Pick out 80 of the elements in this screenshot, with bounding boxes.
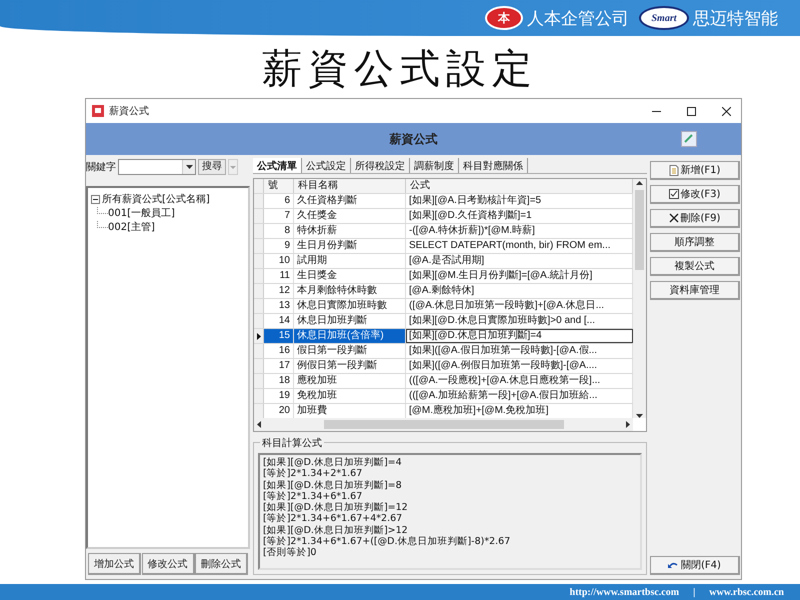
action-button[interactable]: 順序調整 (650, 233, 740, 252)
formula-text-area[interactable]: [如果][@D.休息日加班判斷]=4 [等於]2*1.34+2*1.67 [如果][@D.休息日加班判斷]=8 [等於]2*1.34+6*1.67 [如果][@D.休息日加班判斷]=12 [等於]2*1.34+6*1.67+4*2.67 [如果][@D.休息日加班判斷]>12 [等於]2*1.34+6*1.67+([@D.休息日加班判斷]-8)*2.67 [否則等於]0 (258, 453, 642, 570)
table-cell: 生日獎金 (294, 269, 406, 283)
tab[interactable]: 公式清單 (253, 158, 302, 173)
tree-item[interactable]: 所有薪資公式[公式名稱] (102, 192, 210, 206)
tree-item[interactable]: 001[一般員工] (108, 206, 175, 220)
header-title: 薪資公式 (390, 130, 438, 148)
formula-line: [等於]2*1.34+6*1.67+([@D.休息日加班判斷]-8)*2.67 (263, 536, 510, 548)
table-cell: 休息日實際加班時數 (294, 299, 406, 313)
formula-button[interactable]: 增加公式 (88, 553, 141, 575)
formula-line: [等於]2*1.34+6*1.67 (263, 490, 364, 502)
column-header[interactable]: 公式 (406, 179, 633, 193)
formula-line: [如果][@D.休息日加班判斷]>12 (263, 524, 409, 536)
action-button[interactable]: 複製公式 (650, 257, 740, 276)
minimize-icon (652, 110, 660, 112)
formula-line: [否則等於]0 (263, 547, 318, 559)
company-logo: Smart (639, 6, 689, 30)
column-header[interactable]: 號 (264, 179, 294, 193)
scroll-up-icon (636, 181, 643, 185)
search-button[interactable]: 搜尋 (198, 159, 226, 175)
action-button[interactable]: 刪除(F9) (650, 209, 740, 228)
action-button[interactable]: 修改(F3) (650, 185, 740, 204)
company-name: 思迈特智能 (693, 8, 778, 30)
company-logo: 本 (485, 6, 523, 30)
table-cell: 例假日第一段判斷 (294, 359, 406, 373)
table-cell: [如果][@D.休息日加班判斷]=4 (406, 329, 633, 343)
formula-line: [如果][@D.休息日加班判斷]=8 (263, 480, 403, 491)
table-cell: 休息日加班(含倍率) (294, 329, 406, 343)
formula-button[interactable]: 刪除公式 (195, 553, 248, 575)
scroll-thumb[interactable] (324, 420, 564, 429)
checkbox-icon (668, 189, 679, 199)
table-cell: 應稅加班 (294, 374, 406, 388)
action-button[interactable]: 資料庫管理 (650, 281, 740, 300)
vertical-scrollbar[interactable] (633, 179, 646, 418)
slide-title: 薪資公式設定 (261, 46, 539, 92)
company-name: 人本企管公司 (527, 8, 629, 30)
table-cell: 休息日加班判斷 (294, 314, 406, 328)
document-icon (668, 164, 679, 176)
undo-arrow-icon (668, 560, 680, 570)
table-cell: 久任資格判斷 (294, 194, 406, 208)
formula-line: [如果][@D.休息日加班判斷]=12 (263, 502, 409, 514)
table-cell: 試用期 (294, 254, 406, 268)
footer-text: www.rbsc.com.cn (709, 586, 784, 598)
dropdown-button[interactable] (182, 160, 195, 174)
column-header[interactable]: 科目名稱 (294, 179, 406, 193)
window-title: 薪資公式 (109, 104, 150, 118)
scroll-thumb[interactable] (635, 190, 644, 270)
table-cell: 特休折薪 (294, 224, 406, 238)
app-icon (92, 105, 104, 117)
table-cell: 本月剩餘特休時數 (294, 284, 406, 298)
formula-line: [等於]2*1.34+6*1.67+4*2.67 (263, 513, 404, 525)
group-title: 科目計算公式 (260, 436, 324, 450)
x-icon (668, 213, 679, 223)
collapse-icon[interactable] (91, 194, 100, 204)
action-button[interactable]: 新增(F1) (650, 161, 740, 180)
formula-line: [如果][@D.休息日加班判斷]=4 (263, 457, 403, 468)
table-cell: 假日第一段判斷 (294, 344, 406, 358)
keyword-label: 關鍵字 (86, 160, 116, 174)
maximize-icon (686, 106, 696, 116)
row-header[interactable] (254, 329, 264, 343)
formula-button[interactable]: 修改公式 (142, 553, 194, 575)
table-cell: 加班費 (294, 404, 406, 418)
table-cell: 久任獎金 (294, 209, 406, 223)
edit-icon[interactable] (681, 131, 697, 147)
table-cell: -([@A.特休折薪])*[@M.時薪] (406, 224, 633, 238)
footer-text: | (693, 586, 696, 598)
action-button[interactable]: 關閉(F4) (650, 556, 740, 575)
formula-line: [等於]2*1.34+2*1.67 (263, 468, 364, 480)
tree-item[interactable]: 002[主管] (108, 220, 155, 234)
caret-icon (186, 165, 192, 169)
scroll-left-icon (257, 421, 261, 428)
horizontal-scrollbar[interactable] (254, 418, 633, 431)
footer-text: http://www.smartbsc.com (570, 586, 680, 598)
table-cell: 生日月份判斷 (294, 239, 406, 253)
table-cell: 15 (264, 329, 294, 343)
scroll-down-icon (636, 414, 643, 418)
caret-icon (230, 166, 236, 168)
table-cell: 免稅加班 (294, 389, 406, 403)
scroll-right-icon (626, 421, 630, 428)
close-icon (722, 106, 730, 116)
